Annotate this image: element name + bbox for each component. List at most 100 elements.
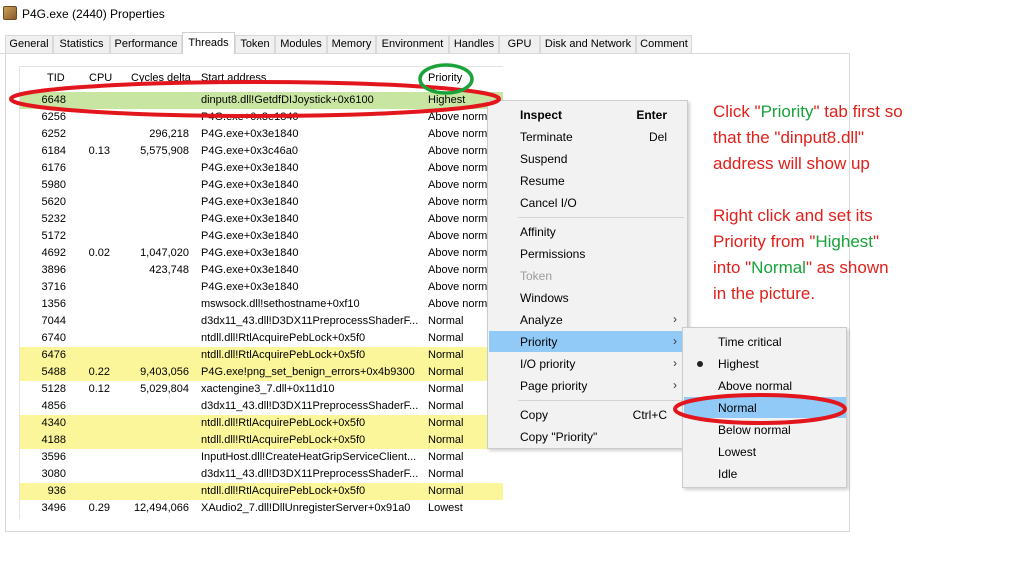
tab-memory[interactable]: Memory <box>327 35 376 53</box>
cell-tid: 4340 <box>41 417 66 429</box>
tab-strip: General Statistics Performance Threads T… <box>0 32 850 54</box>
tab-threads[interactable]: Threads <box>182 32 235 54</box>
thread-row[interactable]: 6252 296,218 P4G.exe+0x3e1840 Above norm <box>20 126 503 143</box>
cell-cycles-delta: 1,047,020 <box>140 247 189 259</box>
column-header-tid[interactable]: TID <box>47 72 65 84</box>
menu-item-windows[interactable]: Windows <box>489 287 687 308</box>
menu-item-label: Windows <box>520 291 569 305</box>
cell-tid: 4856 <box>41 400 66 412</box>
thread-row[interactable]: 7044 d3dx11_43.dll!D3DX11PreprocessShader… <box>20 313 503 330</box>
cell-tid: 4692 <box>41 247 66 259</box>
menu-item-label: Cancel I/O <box>520 196 577 210</box>
cell-start-address: InputHost.dll!CreateHeatGripServiceClien… <box>201 451 417 463</box>
tab-handles[interactable]: Handles <box>449 35 499 53</box>
cell-cpu: 0.02 <box>88 247 110 259</box>
submenu-item-idle[interactable]: Idle <box>684 463 846 484</box>
thread-row[interactable]: 3716 P4G.exe+0x3e1840 Above norm <box>20 279 503 296</box>
thread-row[interactable]: 6176 P4G.exe+0x3e1840 Above norm <box>20 160 503 177</box>
thread-row[interactable]: 4856 d3dx11_43.dll!D3DX11PreprocessShader… <box>20 398 503 415</box>
menu-item-token: Token <box>489 265 687 286</box>
cell-start-address: ntdll.dll!RtlAcquirePebLock+0x5f0 <box>201 332 366 344</box>
thread-row[interactable]: 4188 ntdll.dll!RtlAcquirePebLock+0x5f0 Nor… <box>20 432 503 449</box>
column-header-cpu[interactable]: CPU <box>89 72 112 84</box>
window-title: P4G.exe (2440) Properties <box>22 7 165 21</box>
submenu-item-time-critical[interactable]: Time critical <box>684 331 846 352</box>
annotation-line-3: address will show up <box>713 154 870 173</box>
thread-row[interactable]: 6476 ntdll.dll!RtlAcquirePebLock+0x5f0 Nor… <box>20 347 503 364</box>
submenu-item-normal[interactable]: Normal <box>684 397 846 418</box>
menu-item-terminate[interactable]: Terminate Del <box>489 126 687 147</box>
thread-row[interactable]: 4692 0.02 1,047,020 P4G.exe+0x3e1840 Above n… <box>20 245 503 262</box>
thread-row[interactable]: 3896 423,748 P4G.exe+0x3e1840 Above norm <box>20 262 503 279</box>
menu-item-priority[interactable]: Priority › <box>489 331 687 352</box>
thread-row[interactable]: 6740 ntdll.dll!RtlAcquirePebLock+0x5f0 Nor… <box>20 330 503 347</box>
tab-gpu[interactable]: GPU <box>499 35 540 53</box>
cell-start-address: d3dx11_43.dll!D3DX11PreprocessShaderF... <box>201 315 419 327</box>
thread-row[interactable]: 1356 mswsock.dll!sethostname+0xf10 Above n… <box>20 296 503 313</box>
menu-item-cancel-io[interactable]: Cancel I/O <box>489 192 687 213</box>
cell-tid: 5980 <box>41 179 66 191</box>
cell-cpu: 0.22 <box>88 366 110 378</box>
tab-performance[interactable]: Performance <box>110 35 182 53</box>
menu-item-inspect[interactable]: Inspect Enter <box>489 104 687 125</box>
menu-item-permissions[interactable]: Permissions <box>489 243 687 264</box>
thread-row[interactable]: 6256 P4G.exe+0x3e1840 Above norm <box>20 109 503 126</box>
menu-item-io-priority[interactable]: I/O priority › <box>489 353 687 374</box>
annotation-line-5: Priority from "Highest" <box>713 232 880 251</box>
thread-row[interactable]: 3496 0.29 12,494,066 XAudio2_7.dll!DllUnreg… <box>20 500 503 517</box>
submenu-item-label: Idle <box>718 467 738 481</box>
cell-cpu: 0.12 <box>88 383 110 395</box>
menu-item-analyze[interactable]: Analyze › <box>489 309 687 330</box>
thread-row[interactable]: 4340 ntdll.dll!RtlAcquirePebLock+0x5f0 Nor… <box>20 415 503 432</box>
cell-start-address: P4G.exe+0x3e1840 <box>201 247 299 259</box>
tab-modules[interactable]: Modules <box>275 35 327 53</box>
menu-item-label: Resume <box>520 174 565 188</box>
tab-token[interactable]: Token <box>235 35 275 53</box>
tab-environment[interactable]: Environment <box>376 35 449 53</box>
cell-start-address: P4G.exe+0x3e1840 <box>201 196 299 208</box>
thread-row[interactable]: 5980 P4G.exe+0x3e1840 Above norm <box>20 177 503 194</box>
tab-disk-and-network[interactable]: Disk and Network <box>540 35 636 53</box>
tab-statistics[interactable]: Statistics <box>53 35 110 53</box>
thread-row[interactable]: 5232 P4G.exe+0x3e1840 Above norm <box>20 211 503 228</box>
cell-start-address: xactengine3_7.dll+0x11d10 <box>201 383 335 395</box>
thread-row[interactable]: 5488 0.22 9,403,056 P4G.exe!png_set_benign_… <box>20 364 503 381</box>
menu-separator <box>518 217 684 218</box>
cell-tid: 6648 <box>41 94 66 106</box>
column-header-start-address[interactable]: Start address <box>201 72 266 84</box>
menu-item-copy-priority[interactable]: Copy "Priority" <box>489 426 687 447</box>
menu-item-copy[interactable]: Copy Ctrl+C <box>489 404 687 425</box>
menu-item-affinity[interactable]: Affinity <box>489 221 687 242</box>
thread-row[interactable]: 5172 P4G.exe+0x3e1840 Above norm <box>20 228 503 245</box>
menu-item-label: Affinity <box>520 225 556 239</box>
column-header-cycles-delta[interactable]: Cycles delta <box>131 72 191 84</box>
tab-general[interactable]: General <box>5 35 53 53</box>
cell-priority: Normal <box>428 468 464 480</box>
submenu-item-below-normal[interactable]: Below normal <box>684 419 846 440</box>
cell-tid: 6184 <box>41 145 66 157</box>
submenu-item-highest[interactable]: Highest <box>684 353 846 374</box>
menu-item-suspend[interactable]: Suspend <box>489 148 687 169</box>
thread-row[interactable]: 6184 0.13 5,575,908 P4G.exe+0x3c46a0 Above n… <box>20 143 503 160</box>
cell-tid: 5128 <box>41 383 66 395</box>
menu-item-resume[interactable]: Resume <box>489 170 687 191</box>
chevron-right-icon: › <box>673 312 677 326</box>
submenu-item-lowest[interactable]: Lowest <box>684 441 846 462</box>
submenu-item-above-normal[interactable]: Above normal <box>684 375 846 396</box>
cell-cpu: 0.29 <box>88 502 110 514</box>
menu-item-label: Page priority <box>520 379 588 393</box>
app-icon <box>3 6 17 20</box>
thread-row[interactable]: 5128 0.12 5,029,804 xactengine3_7.dll+0x11d… <box>20 381 503 398</box>
thread-row[interactable]: 5620 P4G.exe+0x3e1840 Above norm <box>20 194 503 211</box>
menu-item-page-priority[interactable]: Page priority › <box>489 375 687 396</box>
cell-tid: 6176 <box>41 162 66 174</box>
thread-row[interactable]: 3596 InputHost.dll!CreateHeatGripServiceC… <box>20 449 503 466</box>
column-header-priority[interactable]: Priority <box>428 72 462 84</box>
thread-row[interactable]: 936 ntdll.dll!RtlAcquirePebLock+0x5f0 Norm… <box>20 483 503 500</box>
priority-submenu: Time critical Highest Above normal Norma… <box>682 327 847 488</box>
cell-start-address: ntdll.dll!RtlAcquirePebLock+0x5f0 <box>201 349 366 361</box>
thread-row[interactable]: 3080 d3dx11_43.dll!D3DX11PreprocessShader… <box>20 466 503 483</box>
thread-row[interactable]: 6648 dinput8.dll!GetdfDIJoystick+0x6100 Hi… <box>20 92 503 109</box>
cell-tid: 3080 <box>41 468 66 480</box>
tab-comment[interactable]: Comment <box>636 35 692 53</box>
